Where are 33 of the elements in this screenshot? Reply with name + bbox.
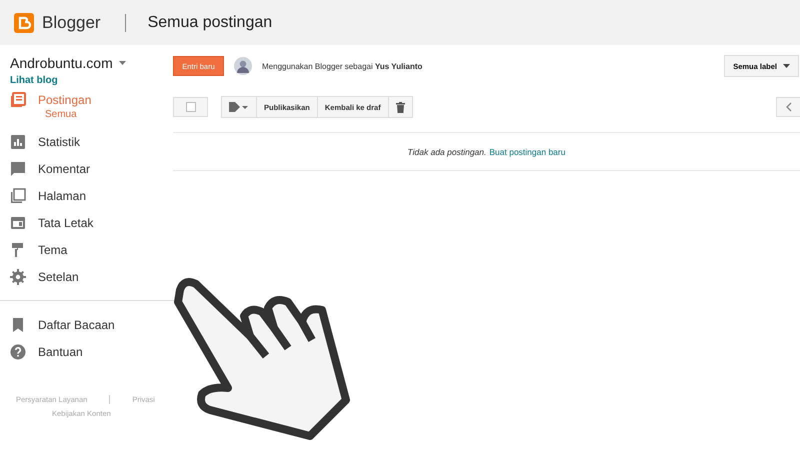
brand-name: Blogger <box>42 12 101 32</box>
signed-in-text: Menggunakan Blogger sebagai Yus Yulianto <box>262 62 422 70</box>
nav-item[interactable]: Bantuan <box>10 338 165 365</box>
settings-icon <box>10 268 26 284</box>
select-all-checkbox[interactable] <box>173 97 208 117</box>
tag-icon <box>229 102 249 112</box>
pages-icon <box>10 188 26 204</box>
help-icon <box>10 344 26 360</box>
nav-item[interactable]: Daftar Bacaan <box>10 311 165 338</box>
create-post-link[interactable]: Buat postingan baru <box>489 147 566 157</box>
view-blog-link[interactable]: Lihat blog <box>10 75 165 86</box>
avatar-icon <box>234 57 252 75</box>
caret-icon <box>783 64 790 68</box>
trash-icon <box>396 102 405 112</box>
page-title: Semua postingan <box>148 14 272 32</box>
empty-message: Tidak ada postingan. <box>408 147 486 157</box>
layout-icon <box>10 214 26 230</box>
nav-item[interactable]: Statistik <box>10 128 165 155</box>
nav-item[interactable]: Komentar <box>10 155 165 182</box>
nav-item[interactable]: Tata Letak <box>10 209 165 236</box>
chevron-left-icon <box>786 102 792 112</box>
caret-icon[interactable] <box>118 61 126 65</box>
nav-item[interactable]: Setelan <box>10 263 165 290</box>
blogger-logo-icon <box>14 12 34 32</box>
blog-name[interactable]: Androbuntu.com <box>10 55 113 71</box>
document-icon <box>10 92 26 108</box>
bookmark-icon <box>10 316 26 332</box>
previous-page-button[interactable] <box>776 97 800 117</box>
bar-chart-icon <box>10 134 26 150</box>
speech-bubble-icon <box>10 160 26 176</box>
nav-item[interactable]: Halaman <box>10 182 165 209</box>
nav-item[interactable]: Tema <box>10 236 165 263</box>
paint-roller-icon <box>10 242 26 258</box>
